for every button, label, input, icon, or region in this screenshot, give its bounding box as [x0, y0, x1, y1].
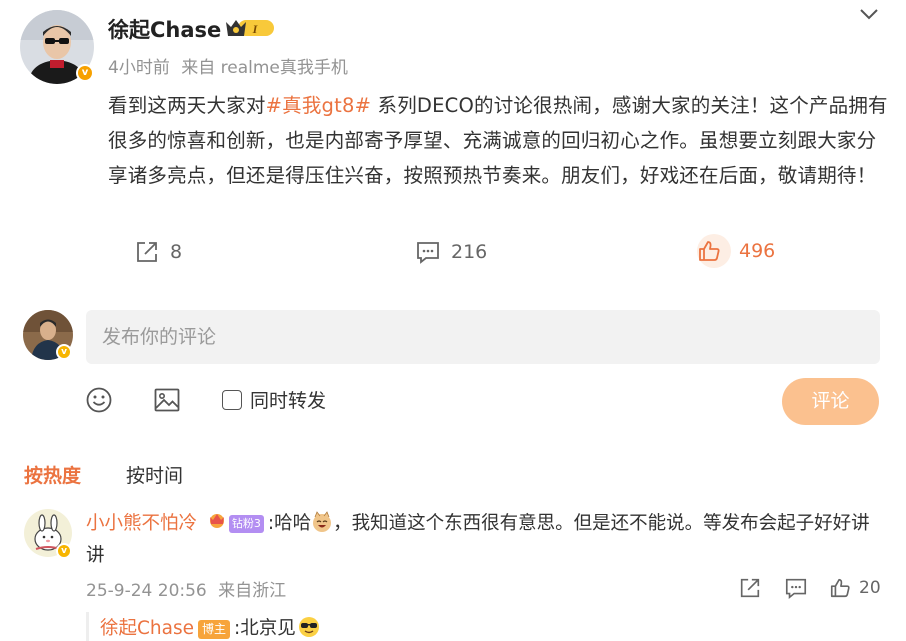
repost-icon [740, 578, 760, 598]
comment-body: 小小熊不怕冷 钻粉3:哈哈 ，我知道这个东西很有意思。但是还不能说。等发布会起子好… [86, 508, 886, 572]
reply-author-name[interactable]: 徐起Chase [100, 618, 194, 639]
comment-like-button[interactable]: 20 [829, 576, 881, 600]
post-time: 4小时前 [108, 58, 170, 78]
comment-icon [785, 578, 807, 599]
commenter-name[interactable]: 小小熊不怕冷 [86, 513, 197, 534]
comment-share-button[interactable] [738, 576, 762, 600]
emoji-icon [86, 387, 112, 413]
laugh-cat-emoji [311, 511, 333, 533]
comment-text-pre: :哈哈 [267, 513, 312, 534]
verified-badge: v [76, 64, 94, 82]
post-text-before: 看到这两天大家对 [108, 94, 266, 117]
post-body: 看到这两天大家对#真我gt8# 系列DECO的讨论很热闹，感谢大家的关注！这个产… [108, 88, 888, 193]
reply-divider [86, 612, 89, 641]
sunglasses-emoji [298, 616, 320, 638]
comment-like-count: 20 [859, 578, 881, 598]
reply-item: 徐起Chase 博主:北京见 [100, 614, 320, 640]
comment-button[interactable]: 216 [415, 236, 487, 268]
comment-input[interactable] [86, 310, 880, 364]
comment-text-post: ，我知道这个东西很有意思。但是还不能说。等发布会起子好好讲讲 [86, 513, 870, 566]
repost-toggle-label: 同时转发 [250, 390, 327, 412]
post-source[interactable]: realme真我手机 [221, 58, 348, 78]
chevron-down-icon[interactable] [858, 6, 880, 22]
like-icon [830, 578, 850, 598]
my-verified-badge: v [56, 344, 72, 360]
host-badge: 博主 [198, 619, 231, 639]
author-name[interactable]: 徐起Chase [108, 14, 221, 44]
commenter-verified-badge: v [56, 543, 72, 559]
fan-level-badge: 钻粉3 [228, 515, 264, 533]
emoji-button[interactable] [85, 386, 113, 418]
sort-by-hot-tab[interactable]: 按热度 [24, 461, 81, 488]
crown-level-icon[interactable]: I [224, 16, 276, 44]
reply-text: :北京见 [234, 618, 296, 639]
repost-toggle[interactable]: 同时转发 [222, 386, 326, 413]
like-count: 496 [739, 240, 776, 262]
like-icon [697, 234, 731, 268]
repost-icon [137, 242, 157, 262]
comment-timestamp: 25-9-24 20:56 [86, 581, 207, 601]
post-meta: 4小时前 来自 realme真我手机 [108, 53, 348, 78]
repost-checkbox[interactable] [222, 389, 242, 410]
comment-meta: 25-9-24 20:56 来自浙江 [86, 576, 286, 601]
like-button[interactable]: 496 [697, 234, 776, 268]
comment-icon [417, 242, 439, 264]
topic-link[interactable]: #真我gt8# [266, 94, 372, 117]
comment-count: 216 [451, 241, 488, 263]
repost-count: 8 [170, 241, 183, 263]
post-source-prefix: 来自 [181, 58, 216, 78]
image-button[interactable] [153, 386, 181, 418]
comment-location: 来自浙江 [218, 581, 287, 601]
comment-reply-button[interactable] [784, 576, 808, 600]
image-icon [154, 388, 180, 412]
submit-comment-button[interactable]: 评论 [782, 378, 879, 425]
sort-by-time-tab[interactable]: 按时间 [126, 461, 183, 488]
repost-button[interactable]: 8 [134, 236, 182, 268]
fan-crown-icon [207, 508, 227, 540]
